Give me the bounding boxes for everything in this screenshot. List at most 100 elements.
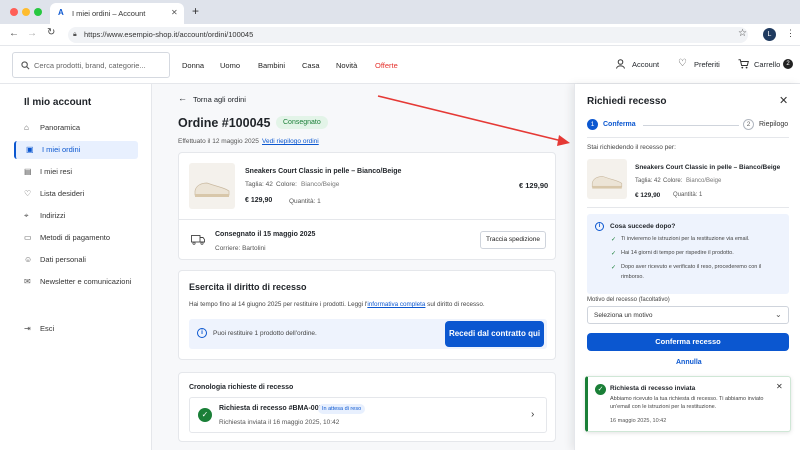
next-steps-box: i Cosa succede dopo? ✓ Ti invieremo le i… — [587, 214, 789, 294]
divider — [179, 219, 555, 220]
close-tab-icon[interactable]: ✕ — [171, 8, 178, 17]
next-step-item-cont: rimborso. — [621, 274, 644, 280]
confirm-withdrawal-button[interactable]: Conferma recesso — [587, 333, 789, 351]
withdrawal-title: Esercita il diritto di recesso — [189, 282, 307, 292]
sidebar-item-label: I miei ordini — [42, 145, 81, 154]
withdrawal-text: Hai tempo fino al 14 giugno 2025 per res… — [189, 301, 485, 308]
search-icon — [21, 61, 30, 70]
check-icon: ✓ — [611, 265, 617, 271]
info-icon: i — [595, 222, 604, 231]
nav-bambini[interactable]: Bambini — [258, 61, 285, 70]
forward-arrow-icon[interactable]: → — [27, 28, 37, 39]
withdrawal-text-part: Hai tempo fino al 14 giugno 2025 per res… — [189, 301, 368, 308]
reason-placeholder: Seleziona un motivo — [594, 312, 653, 319]
nav-casa[interactable]: Casa — [302, 61, 320, 70]
order-product-card: Sneakers Court Classic in pelle – Bianco… — [178, 152, 556, 260]
nav-novita[interactable]: Novità — [336, 61, 357, 70]
nav-uomo[interactable]: Uomo — [220, 61, 240, 70]
user-icon — [616, 59, 625, 69]
panel-product-name: Sneakers Court Classic in pelle – Bianco… — [635, 164, 781, 171]
search-input[interactable]: Cerca prodotti, brand, categorie... — [12, 52, 170, 78]
new-tab-icon[interactable]: + — [192, 4, 199, 18]
close-window-button[interactable] — [10, 8, 18, 16]
product-price: € 129,90 — [245, 197, 273, 204]
user-icon: ☺︎ — [24, 255, 33, 264]
maximize-window-button[interactable] — [34, 8, 42, 16]
for-label: Stai richiedendo il recesso per: — [587, 144, 676, 151]
heart-icon: ♡ — [678, 58, 687, 69]
track-shipment-button[interactable]: Traccia spedizione — [480, 231, 546, 249]
sidebar-item-dati[interactable]: ☺︎ Dati personali — [14, 251, 138, 269]
home-icon: ⌂ — [24, 123, 29, 132]
sidebar-item-desideri[interactable]: ♡ Lista desideri — [14, 185, 138, 203]
site-header: Cerca prodotti, brand, categorie... Donn… — [0, 46, 800, 84]
nav-donna[interactable]: Donna — [182, 61, 204, 70]
sidebar-item-indirizzi[interactable]: ⌖ Indirizzi — [14, 207, 138, 225]
bag-icon: ▣ — [26, 145, 34, 154]
history-item[interactable]: ✓ Richiesta di recesso #BMA-00817 In att… — [189, 397, 547, 433]
mail-icon: ✉︎ — [24, 277, 31, 286]
carrier: Corriere: Bartolini — [215, 245, 266, 252]
back-arrow-icon: ← — [178, 93, 187, 103]
sidebar-item-label: Newsletter e comunicazioni — [40, 277, 132, 286]
cart-count-badge: 2 — [783, 59, 793, 69]
more-menu-icon[interactable]: ⋮ — [786, 28, 795, 39]
search-placeholder: Cerca prodotti, brand, categorie... — [34, 61, 146, 70]
sidebar-item-resi[interactable]: ▤ I miei resi — [14, 163, 138, 181]
sidebar-item-pagamento[interactable]: ▭ Metodi di pagamento — [14, 229, 138, 247]
order-summary-link[interactable]: Vedi riepilogo ordini — [262, 138, 319, 145]
delivered-date: Consegnato il 15 maggio 2025 — [215, 231, 316, 238]
step-label-riepilogo: Riepilogo — [759, 121, 789, 128]
withdrawal-panel: Richiedi recesso ✕ 1 Conferma 2 Riepilog… — [574, 84, 800, 450]
address-bar[interactable]: 🔒︎ https://www.esempio-shop.it/account/o… — [68, 27, 748, 43]
panel-product-quantity: Quantità: 1 — [673, 192, 703, 198]
chevron-right-icon: › — [531, 409, 535, 420]
info-icon: i — [197, 328, 207, 338]
lock-icon: 🔒︎ — [73, 31, 77, 38]
sidebar-item-esci[interactable]: ⇥ Esci — [14, 320, 138, 338]
step-label-conferma: Conferma — [603, 121, 636, 128]
panel-product-size: Taglia: 42 — [635, 178, 661, 184]
product-size: Taglia: 42 — [245, 181, 273, 188]
minimize-window-button[interactable] — [22, 8, 30, 16]
toast-title: Richiesta di recesso inviata — [610, 385, 696, 392]
logout-icon: ⇥ — [24, 324, 31, 333]
sidebar-item-newsletter[interactable]: ✉︎ Newsletter e comunicazioni — [14, 273, 138, 291]
close-panel-icon[interactable]: ✕ — [779, 94, 788, 107]
check-circle-icon: ✓ — [595, 384, 606, 395]
success-toast: ✓ Richiesta di recesso inviata ✕ Abbiamo… — [585, 376, 791, 432]
order-detail-main: ← Torna agli ordini Ordine #100045 Conse… — [152, 84, 574, 450]
withdrawal-info-box: i Puoi restituire 1 prodotto dell'ordine… — [189, 319, 547, 349]
reason-select[interactable]: Seleziona un motivo ⌄ — [587, 306, 789, 324]
check-circle-icon: ✓ — [198, 408, 212, 422]
close-toast-icon[interactable]: ✕ — [776, 382, 783, 391]
withdraw-button[interactable]: Recedi dal contratto qui — [445, 321, 544, 347]
reload-icon[interactable]: ↻ — [47, 27, 55, 38]
product-name[interactable]: Sneakers Court Classic in pelle – Bianco… — [245, 168, 401, 175]
next-step-item: Hai 14 giorni di tempo per rispedire il … — [621, 250, 734, 256]
nav-offerte[interactable]: Offerte — [375, 61, 398, 70]
cancel-link[interactable]: Annulla — [676, 359, 702, 366]
order-date: Effettuato il 12 maggio 2025 — [178, 138, 259, 145]
url-text: https://www.esempio-shop.it/account/ordi… — [84, 30, 254, 39]
sidebar-item-label: Dati personali — [40, 255, 86, 264]
browser-tab[interactable]: A I miei ordini – Account ✕ — [50, 3, 184, 24]
withdrawal-text-part: sul diritto di recesso. — [425, 301, 485, 308]
history-card: Cronologia richieste di recesso ✓ Richie… — [178, 372, 556, 442]
panel-product-price: € 129,90 — [635, 192, 661, 199]
toast-text-line1: Abbiamo ricevuto la tua richiesta di rec… — [610, 396, 764, 402]
profile-avatar[interactable]: L — [763, 28, 776, 41]
sidebar-item-label: I miei resi — [40, 167, 73, 176]
browser-tab-bar: A I miei ordini – Account ✕ + — [0, 0, 800, 24]
sidebar-item-panoramica[interactable]: ⌂ Panoramica — [14, 119, 138, 137]
bookmark-star-icon[interactable]: ☆ — [738, 28, 747, 39]
truck-icon — [191, 235, 205, 245]
withdrawal-info-link[interactable]: informativa completa — [367, 301, 425, 308]
pin-icon: ⌖ — [24, 211, 29, 220]
sidebar-item-ordini[interactable]: ▣ I miei ordini — [14, 141, 138, 159]
sidebar-item-label: Esci — [40, 324, 55, 333]
check-icon: ✓ — [611, 237, 617, 243]
panel-title: Richiedi recesso — [587, 96, 667, 107]
cart-icon — [738, 59, 749, 69]
back-arrow-icon[interactable]: ← — [9, 28, 19, 39]
